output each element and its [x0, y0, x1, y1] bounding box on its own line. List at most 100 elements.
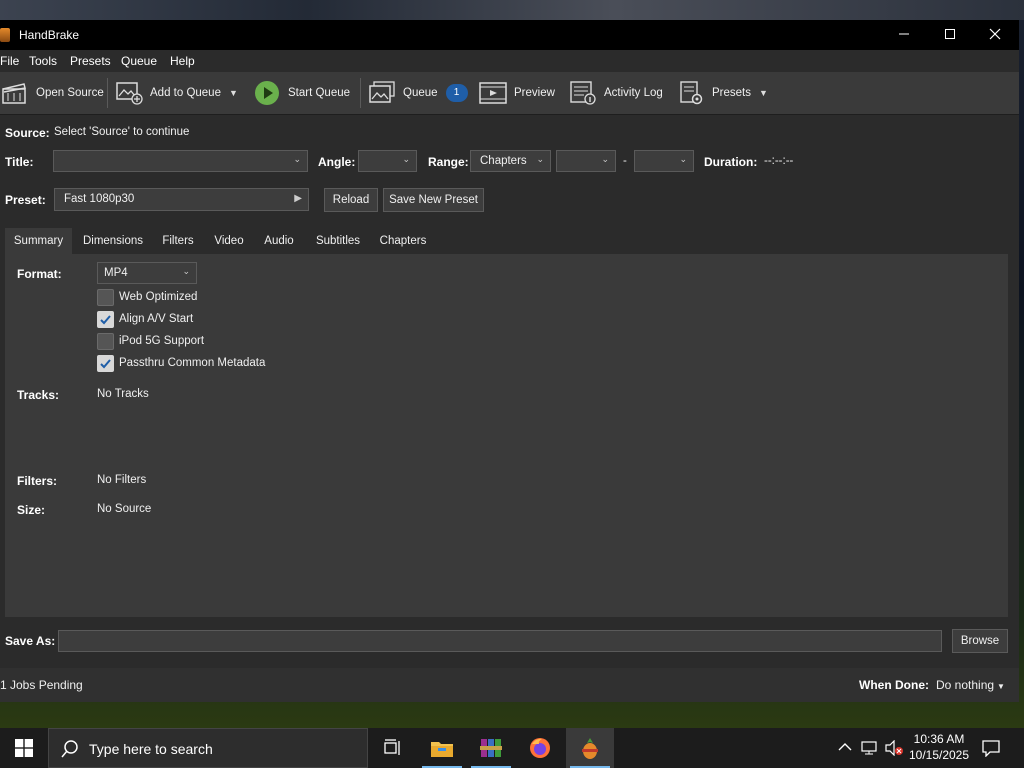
menu-file[interactable]: File — [0, 54, 19, 68]
notifications-button[interactable] — [978, 728, 1008, 768]
volume-button[interactable] — [884, 728, 906, 768]
when-done-label: When Done: — [859, 678, 929, 692]
winrar-taskbar-button[interactable] — [467, 728, 515, 768]
chevron-up-icon — [838, 743, 852, 751]
presets-button[interactable]: Presets ▼ — [676, 72, 768, 114]
browse-button[interactable]: Browse — [952, 629, 1008, 653]
reload-button[interactable]: Reload — [324, 188, 378, 212]
handbrake-taskbar-button[interactable] — [566, 728, 614, 768]
firefox-taskbar-button[interactable] — [516, 728, 564, 768]
tab-video[interactable]: Video — [206, 228, 252, 254]
source-label: Source: — [5, 126, 50, 140]
menu-bar: File Tools Presets Queue Help — [0, 50, 1019, 72]
file-explorer-taskbar-button[interactable] — [418, 728, 466, 768]
taskbar-search-box[interactable]: Type here to search — [48, 728, 368, 768]
tracks-value: No Tracks — [97, 388, 149, 400]
when-done-dropdown[interactable]: Do nothing ▼ — [936, 678, 1005, 692]
handbrake-window: HandBrake File Tools Presets Queue Help … — [0, 20, 1019, 702]
chevron-down-icon[interactable]: ▼ — [759, 88, 768, 98]
activity-log-button[interactable]: Activity Log — [568, 72, 663, 114]
chevron-down-icon: ⌄ — [402, 154, 410, 164]
tab-audio[interactable]: Audio — [257, 228, 301, 254]
summary-panel: Format: MP4 ⌄ Web Optimized Align A/V St… — [5, 254, 1008, 617]
title-bar[interactable]: HandBrake — [0, 20, 1019, 50]
tracks-label: Tracks: — [17, 388, 60, 402]
chevron-down-icon: ⌄ — [601, 154, 609, 164]
handbrake-app-icon — [0, 28, 10, 42]
ipod-5g-support-checkbox[interactable] — [97, 333, 114, 350]
clock[interactable]: 10:36 AM 10/15/2025 — [906, 728, 972, 768]
ipod-5g-support-label: iPod 5G Support — [119, 335, 205, 347]
maximize-button[interactable] — [927, 20, 973, 50]
web-optimized-label: Web Optimized — [119, 291, 198, 303]
open-source-button[interactable]: Open Source — [0, 72, 104, 114]
folder-icon — [431, 742, 453, 757]
menu-presets[interactable]: Presets — [70, 54, 111, 68]
menu-tools[interactable]: Tools — [29, 54, 57, 68]
tab-dimensions[interactable]: Dimensions — [75, 228, 151, 254]
play-icon — [252, 80, 282, 106]
web-optimized-checkbox[interactable] — [97, 289, 114, 306]
menu-queue[interactable]: Queue — [121, 54, 157, 68]
add-image-icon — [114, 80, 144, 106]
preview-button[interactable]: Preview — [478, 72, 555, 114]
menu-help[interactable]: Help — [170, 54, 195, 68]
preset-selector[interactable]: Fast 1080p30 ▶ — [54, 188, 309, 211]
save-as-path-input[interactable] — [58, 630, 942, 652]
minimize-icon — [899, 33, 909, 35]
tab-filters[interactable]: Filters — [155, 228, 201, 254]
title-dropdown[interactable]: ⌄ — [53, 150, 308, 172]
range-dash: - — [623, 155, 627, 167]
add-to-queue-button[interactable]: Add to Queue ▼ — [114, 72, 238, 114]
network-status-button[interactable] — [860, 728, 882, 768]
minimize-button[interactable] — [881, 20, 927, 50]
angle-label: Angle: — [318, 155, 356, 169]
chevron-down-icon: ⌄ — [536, 154, 544, 164]
filters-value: No Filters — [97, 474, 147, 486]
toolbar: Open Source Add to Queue ▼ Start Queue Q… — [0, 72, 1019, 115]
title-label: Title: — [5, 155, 34, 169]
desktop-strip — [0, 0, 1024, 20]
format-dropdown[interactable]: MP4 ⌄ — [97, 262, 197, 284]
source-value: Select 'Source' to continue — [54, 126, 190, 138]
align-av-start-checkbox[interactable] — [97, 311, 114, 328]
toolbar-separator — [107, 78, 108, 108]
network-icon — [861, 741, 877, 755]
chevron-down-icon[interactable]: ▼ — [229, 88, 238, 98]
angle-dropdown[interactable]: ⌄ — [358, 150, 417, 172]
clapperboard-icon — [0, 80, 30, 106]
queue-images-icon — [367, 80, 397, 106]
duration-value: --:--:-- — [764, 155, 794, 167]
preset-label: Preset: — [5, 193, 46, 207]
close-button[interactable] — [972, 20, 1018, 50]
presets-gear-icon — [676, 80, 706, 106]
clock-date: 10/15/2025 — [908, 748, 970, 762]
size-label: Size: — [17, 503, 46, 517]
start-queue-button[interactable]: Start Queue — [252, 72, 350, 114]
range-type-dropdown[interactable]: Chapters ⌄ — [470, 150, 551, 172]
format-value: MP4 — [104, 267, 128, 279]
start-queue-label: Start Queue — [288, 87, 351, 99]
task-view-icon — [384, 739, 400, 755]
winrar-books-icon — [480, 739, 502, 757]
chevron-right-icon: ▶ — [294, 193, 302, 204]
activity-log-label: Activity Log — [604, 87, 663, 99]
show-hidden-icons-button[interactable] — [838, 728, 856, 768]
queue-button[interactable]: Queue 1 — [367, 72, 468, 114]
passthru-metadata-label: Passthru Common Metadata — [119, 357, 266, 369]
range-start-dropdown[interactable]: ⌄ — [556, 150, 616, 172]
start-button[interactable] — [0, 728, 48, 768]
chevron-down-icon: ⌄ — [182, 266, 190, 276]
tab-subtitles[interactable]: Subtitles — [307, 228, 369, 254]
windows-logo-icon — [15, 739, 33, 757]
passthru-metadata-checkbox[interactable] — [97, 355, 114, 372]
tab-summary[interactable]: Summary — [5, 228, 72, 254]
size-value: No Source — [97, 503, 152, 515]
tab-chapters[interactable]: Chapters — [374, 228, 432, 254]
range-end-dropdown[interactable]: ⌄ — [634, 150, 694, 172]
preset-value: Fast 1080p30 — [64, 193, 135, 205]
queue-label: Queue — [403, 87, 438, 99]
tab-bar: Summary Dimensions Filters Video Audio S… — [5, 228, 1008, 254]
save-new-preset-button[interactable]: Save New Preset — [383, 188, 484, 212]
task-view-button[interactable] — [368, 728, 416, 768]
